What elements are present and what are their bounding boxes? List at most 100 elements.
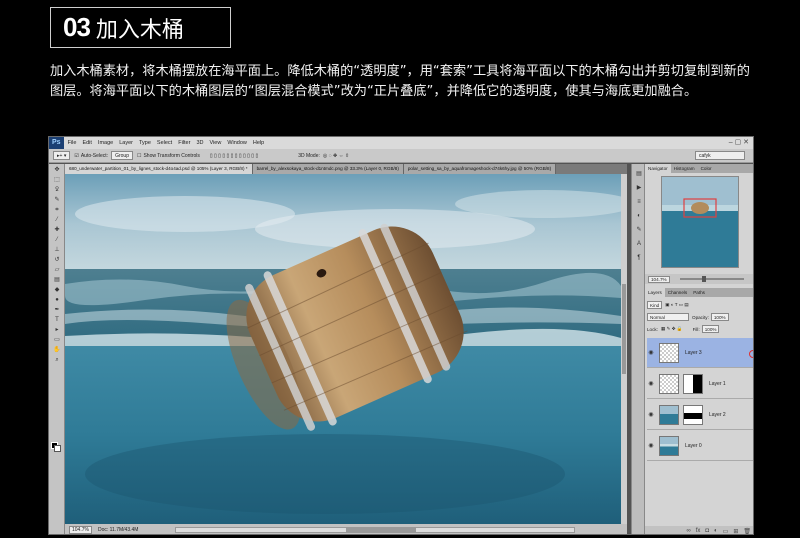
menu-image[interactable]: Image (98, 140, 113, 146)
workspace-dropdown[interactable]: cafyk (695, 151, 745, 160)
eraser-icon[interactable]: ▱ (52, 267, 62, 274)
menu-edit[interactable]: Edit (82, 140, 91, 146)
photoshop-logo: Ps (49, 137, 64, 149)
status-zoom[interactable]: 104.7% (69, 526, 92, 534)
auto-select-checkbox[interactable]: ☑ (74, 153, 78, 159)
hand-icon[interactable]: ✋ (52, 347, 62, 354)
tab-layers[interactable]: Layers (645, 288, 665, 297)
pen-icon[interactable]: ✒ (52, 307, 62, 314)
show-transform-checkbox[interactable]: ☐ (137, 153, 141, 159)
crop-icon[interactable]: ⌗ (52, 207, 62, 214)
navigator-zoom-bar: 104.7% (645, 274, 753, 284)
paragraph-icon[interactable]: ¶ (635, 254, 643, 262)
history-icon[interactable]: ▤ (635, 170, 643, 178)
move-tool-preset[interactable]: ▸+ ▾ (53, 151, 71, 160)
blend-row: Normal Opacity: 100% (647, 312, 753, 322)
eyedropper-icon[interactable]: ⁄ (52, 217, 62, 224)
menu-file[interactable]: File (68, 140, 77, 146)
tab-polar[interactable]: polar_setting_sa_by_aquafromageshock-d74… (403, 164, 557, 174)
status-doc-size[interactable]: Doc: 11.7M/43.4M (98, 527, 138, 533)
document-canvas[interactable] (65, 174, 621, 524)
navigator-preview[interactable] (661, 176, 739, 268)
gradient-icon[interactable]: ▤ (52, 277, 62, 284)
quick-select-icon[interactable]: ✎ (52, 197, 62, 204)
new-group-icon[interactable]: ▭ (723, 528, 729, 535)
brush-icon[interactable]: ⁄ (52, 237, 62, 244)
visibility-eye-icon[interactable]: ◉ (647, 380, 655, 387)
3d-mode-icons[interactable]: ◎ ◌ ✥ ⇔ ⇳ (323, 153, 349, 159)
healing-icon[interactable]: ✚ (52, 227, 62, 234)
menu-help[interactable]: Help (253, 140, 264, 146)
tab-paths[interactable]: Paths (690, 288, 708, 297)
layers-footer: ∞ fx ◘ ◐ ▭ ⊞ 🗑 (645, 526, 753, 535)
menu-layer[interactable]: Layer (119, 140, 133, 146)
adjustment-layer-icon[interactable]: ◐ (714, 528, 718, 534)
tab-underwater-psd[interactable]: 680_underwater_partition_01_by_lignes_st… (65, 164, 253, 174)
trash-icon[interactable]: 🗑 (743, 528, 751, 535)
add-mask-icon[interactable]: ◘ (705, 528, 709, 534)
link-layers-icon[interactable]: ∞ (686, 528, 690, 534)
panel-icon-strip: ▤ ▶ ≡ ◐ ✎ A ¶ (631, 164, 645, 534)
navigator-zoom-slider[interactable] (679, 276, 744, 282)
lasso-icon[interactable]: ꝿ (52, 187, 62, 194)
filter-icons[interactable]: ▣ ◐ T ▭ ▤ (665, 302, 689, 308)
opacity-field[interactable]: 100% (710, 313, 729, 321)
window-controls[interactable]: – ▢ ✕ (729, 138, 749, 146)
properties-icon[interactable]: ≡ (635, 198, 643, 206)
layer-style-icon[interactable]: fx (696, 528, 701, 534)
auto-select-dropdown[interactable]: Group (111, 151, 133, 160)
character-icon[interactable]: A (635, 240, 643, 248)
actions-icon[interactable]: ▶ (635, 184, 643, 192)
history-brush-icon[interactable]: ↺ (52, 257, 62, 264)
tab-navigator[interactable]: Navigator (645, 164, 671, 173)
layer-mask-thumbnail[interactable] (683, 404, 703, 425)
menu-filter[interactable]: Filter (178, 140, 190, 146)
blend-mode-dropdown[interactable]: Normal (647, 313, 689, 321)
stamp-icon[interactable]: ⊥ (52, 247, 62, 254)
zoom-icon[interactable]: ⌕ (52, 357, 62, 364)
layer-name: Layer 2 (709, 411, 726, 418)
layer-row-layer-2[interactable]: ◉ Layer 2 (647, 400, 753, 430)
lock-icons[interactable]: ▦ ✎ ✥ 🔒 (661, 326, 683, 332)
visibility-eye-icon[interactable]: ◉ (647, 349, 655, 356)
canvas-vertical-scrollbar[interactable] (621, 174, 627, 524)
dodge-icon[interactable]: ● (52, 297, 62, 304)
menu-view[interactable]: View (209, 140, 221, 146)
layer-mask-thumbnail[interactable] (683, 373, 703, 394)
type-icon[interactable]: T (52, 317, 62, 324)
new-layer-icon[interactable]: ⊞ (733, 528, 738, 535)
vertical-scroll-thumb[interactable] (622, 284, 626, 374)
marquee-icon[interactable]: ⬚ (52, 177, 62, 184)
menu-3d[interactable]: 3D (196, 140, 203, 146)
canvas-image (65, 174, 621, 524)
visibility-eye-icon[interactable]: ◉ (647, 411, 655, 418)
tab-barrel[interactable]: barrel_by_alexsokaya_stock-d1ntmdc.png @… (252, 164, 404, 174)
layer-row-layer-0[interactable]: ◉ Layer 0 (647, 431, 753, 461)
background-color-swatch[interactable] (54, 445, 61, 452)
navigator-zoom[interactable]: 104.7% (648, 275, 670, 283)
tab-histogram[interactable]: Histogram (671, 164, 698, 173)
canvas-horizontal-scrollbar[interactable] (175, 527, 575, 533)
menu-select[interactable]: Select (157, 140, 172, 146)
kind-filter-dropdown[interactable]: Kind (647, 301, 663, 309)
tab-color[interactable]: Color (698, 164, 715, 173)
menu-type[interactable]: Type (139, 140, 151, 146)
horizontal-scroll-thumb[interactable] (346, 528, 416, 532)
align-icons[interactable]: ▯ ▯ ▯ ▯ ▯ ▯ ▯ ▯ ▯ ▯ ▯ ▯ (210, 153, 258, 159)
zoom-slider-knob[interactable] (701, 276, 706, 282)
blur-icon[interactable]: ◆ (52, 287, 62, 294)
layer-row-layer-3[interactable]: ◉ Layer 3 (647, 338, 753, 368)
layer-name: Layer 0 (685, 442, 702, 449)
step-number: 03 (63, 12, 91, 42)
move-icon[interactable]: ✥ (52, 167, 62, 174)
visibility-eye-icon[interactable]: ◉ (647, 442, 655, 449)
brush-presets-icon[interactable]: ✎ (635, 226, 643, 234)
fill-field[interactable]: 100% (701, 325, 720, 333)
menu-window[interactable]: Window (227, 140, 247, 146)
path-select-icon[interactable]: ▸ (52, 327, 62, 334)
adjustments-icon[interactable]: ◐ (635, 212, 643, 220)
tab-channels[interactable]: Channels (665, 288, 690, 297)
opacity-label: Opacity: (692, 314, 709, 320)
shape-icon[interactable]: ▭ (52, 337, 62, 344)
layer-row-layer-1[interactable]: ◉ Layer 1 (647, 369, 753, 399)
